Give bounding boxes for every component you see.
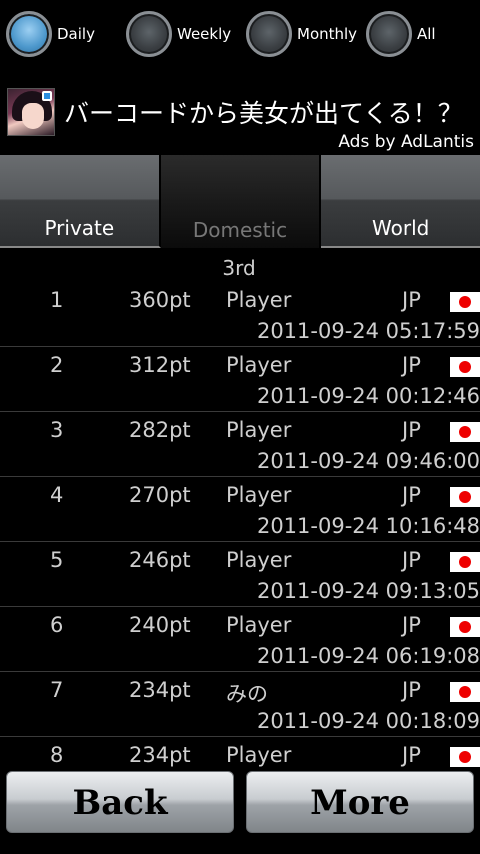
score-timestamp: 2011-09-24 05:17:59 (256, 319, 480, 343)
ad-title: バーコードから美女が出てくる！？ (64, 99, 463, 128)
tab-domestic-label: Domestic (192, 218, 288, 242)
score-points: 246pt (129, 548, 191, 572)
score-points: 282pt (129, 418, 191, 442)
player-name: みの (226, 682, 268, 706)
tab-private[interactable]: Private (0, 155, 161, 248)
radio-monthly-indicator (246, 11, 292, 57)
country-code: JP (402, 743, 421, 767)
japan-flag-icon (450, 682, 480, 702)
score-timestamp: 2011-09-24 00:12:46 (256, 384, 480, 408)
table-row[interactable]: 8 234pt Player JP (0, 737, 480, 768)
radio-weekly-indicator (126, 11, 172, 57)
radio-daily-label: Daily (57, 25, 95, 43)
radio-all[interactable]: All (366, 10, 436, 58)
tab-private-label: Private (44, 216, 115, 240)
rank-number: 6 (50, 613, 64, 637)
radio-daily[interactable]: Daily (6, 10, 95, 58)
score-points: 360pt (129, 288, 191, 312)
bottom-bar: Back More (0, 768, 480, 854)
table-row[interactable]: 6 240pt Player JP 2011-09-24 06:19:08 (0, 607, 480, 672)
japan-flag-icon (450, 487, 480, 507)
ranking-heading: 3rd (222, 256, 256, 280)
player-name: Player (226, 548, 292, 572)
ranking-tabs: Private Domestic World (0, 155, 480, 248)
rank-number: 4 (50, 483, 64, 507)
player-name: Player (226, 743, 292, 767)
player-name: Player (226, 288, 292, 312)
score-timestamp: 2011-09-24 09:46:00 (256, 449, 480, 473)
score-points: 240pt (129, 613, 191, 637)
tab-world-label: World (372, 216, 430, 240)
rank-number: 8 (50, 743, 64, 767)
table-row[interactable]: 4 270pt Player JP 2011-09-24 10:16:48 (0, 477, 480, 542)
country-code: JP (402, 353, 421, 377)
rank-number: 7 (50, 678, 64, 702)
japan-flag-icon (450, 617, 480, 637)
japan-flag-icon (450, 292, 480, 312)
country-code: JP (402, 288, 421, 312)
ad-banner[interactable]: バーコードから美女が出てくる！？ Ads by AdLantis (0, 84, 480, 154)
country-code: JP (402, 678, 421, 702)
score-timestamp: 2011-09-24 00:18:09 (256, 709, 480, 733)
player-name: Player (226, 353, 292, 377)
radio-monthly[interactable]: Monthly (246, 10, 357, 58)
table-row[interactable]: 3 282pt Player JP 2011-09-24 09:46:00 (0, 412, 480, 477)
rank-number: 3 (50, 418, 64, 442)
more-button[interactable]: More (246, 771, 474, 833)
score-timestamp: 2011-09-24 10:16:48 (256, 514, 480, 538)
period-selector: Daily Weekly Monthly All (0, 0, 480, 68)
score-points: 234pt (129, 678, 191, 702)
tab-world[interactable]: World (321, 155, 480, 248)
score-timestamp: 2011-09-24 09:13:05 (256, 579, 480, 603)
ad-attribution: Ads by AdLantis (338, 132, 474, 152)
score-timestamp: 2011-09-24 06:19:08 (256, 644, 480, 668)
player-name: Player (226, 483, 292, 507)
japan-flag-icon (450, 747, 480, 767)
japan-flag-icon (450, 357, 480, 377)
rank-number: 5 (50, 548, 64, 572)
player-name: Player (226, 418, 292, 442)
japan-flag-icon (450, 422, 480, 442)
radio-all-label: All (417, 25, 436, 43)
tab-domestic[interactable]: Domestic (160, 155, 322, 248)
country-code: JP (402, 418, 421, 442)
table-row[interactable]: 2 312pt Player JP 2011-09-24 00:12:46 (0, 347, 480, 412)
radio-all-indicator (366, 11, 412, 57)
radio-daily-indicator (6, 11, 52, 57)
score-points: 312pt (129, 353, 191, 377)
radio-weekly-label: Weekly (177, 25, 232, 43)
score-points: 270pt (129, 483, 191, 507)
back-button[interactable]: Back (6, 771, 234, 833)
rank-number: 1 (50, 288, 64, 312)
country-code: JP (402, 483, 421, 507)
ranking-list[interactable]: 3rd 1 360pt Player JP 2011-09-24 05:17:5… (0, 248, 480, 768)
country-code: JP (402, 548, 421, 572)
table-row[interactable]: 1 360pt Player JP 2011-09-24 05:17:59 (0, 282, 480, 347)
ad-badge-icon (42, 91, 52, 101)
japan-flag-icon (450, 552, 480, 572)
ad-thumbnail (7, 88, 55, 136)
player-name: Player (226, 613, 292, 637)
score-points: 234pt (129, 743, 191, 767)
country-code: JP (402, 613, 421, 637)
radio-monthly-label: Monthly (297, 25, 358, 43)
radio-weekly[interactable]: Weekly (126, 10, 231, 58)
rank-number: 2 (50, 353, 64, 377)
table-row[interactable]: 7 234pt みの JP 2011-09-24 00:18:09 (0, 672, 480, 737)
table-row[interactable]: 5 246pt Player JP 2011-09-24 09:13:05 (0, 542, 480, 607)
